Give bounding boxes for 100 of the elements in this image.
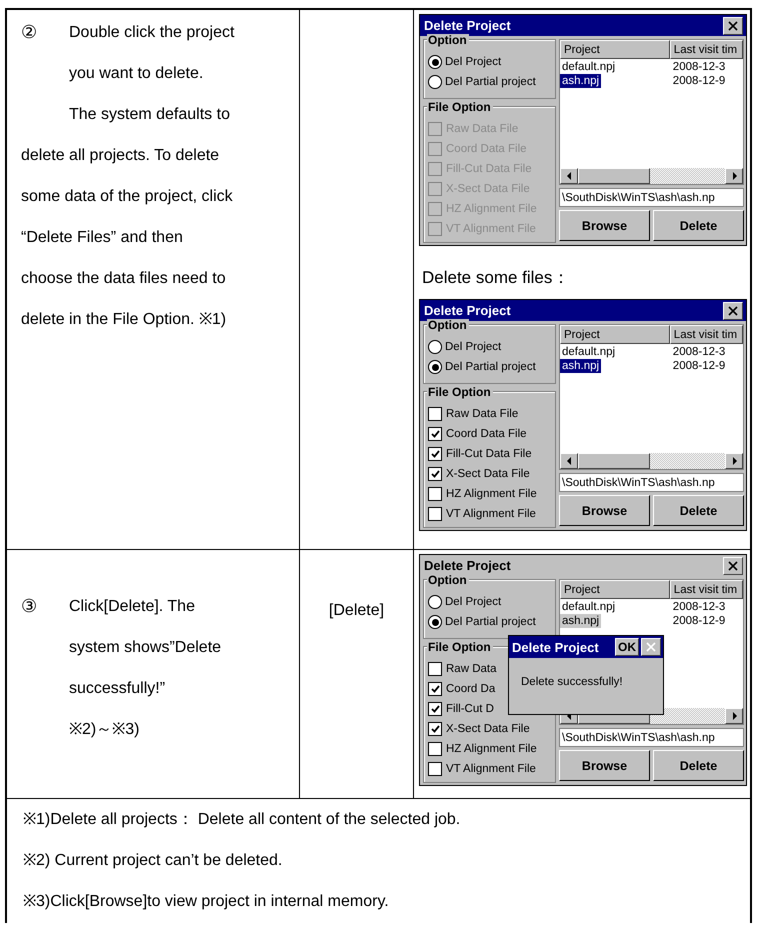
close-icon [728,560,738,570]
list-cell[interactable]: ash.npj [560,614,602,628]
column-header[interactable]: Last visit tim [670,40,743,59]
dialog-button[interactable]: Browse [559,750,650,781]
group-label: Option [427,319,469,332]
checkbox-option[interactable]: VT Alignment File [428,759,536,779]
radio-option[interactable]: Del Partial project [428,612,552,632]
radio-option[interactable]: Del Project [428,52,552,72]
scroll-right-button[interactable] [725,708,743,724]
radio-option[interactable]: Del Project [428,337,552,357]
text-line: ※2)～※3) [69,720,140,740]
check-icon [430,430,440,438]
close-button[interactable] [723,16,743,34]
dialog-button[interactable]: Delete [653,750,744,781]
scroll-right-button[interactable] [725,453,743,469]
check-icon [430,705,440,713]
list-cell[interactable]: default.npj [560,345,618,359]
checkbox-option[interactable]: HZ Alignment File [428,739,537,759]
text-line: system shows”Delete [69,638,222,658]
close-icon [728,20,738,30]
checkbox-option[interactable]: X-Sect Data File [428,464,530,484]
list-cell[interactable]: ash.npj [560,74,602,88]
text-line: “Delete Files” and then [21,228,183,248]
checkbox-option[interactable]: Coord Da [428,679,496,699]
scroll-thumb[interactable] [578,453,650,469]
list-cell-text: 2008-12-9 [672,359,726,373]
dialog-button[interactable]: Browse [559,495,650,526]
close-button[interactable] [723,302,743,320]
checkbox-option[interactable]: VT Alignment File [428,504,536,524]
left-arrow-icon [566,457,572,465]
radio-option[interactable]: Del Partial project [428,72,552,92]
column-header[interactable]: Last visit tim [670,580,743,599]
text-line: delete in the File Option. ※1) [21,310,226,330]
close-icon [728,306,738,316]
text-line: successfully!” [69,679,166,699]
list-cell-text: 2008-12-3 [672,600,726,614]
checkbox-option[interactable]: HZ Alignment File [428,484,537,504]
checkbox-option[interactable]: X-Sect Data File [428,719,530,739]
dialog-title: Delete Project [424,303,512,318]
right-arrow-icon [732,457,736,465]
footnote: ※1)Delete all projects： Delete all content of the selected job. [23,810,462,830]
group-label: File Option [427,101,493,114]
dialog-button[interactable]: Delete [653,495,744,526]
step-number: ③ [21,596,38,617]
text-line: you want to delete. [69,64,204,84]
list-cell-text: 2008-12-9 [672,614,726,628]
list-cell[interactable]: default.npj [560,600,618,614]
text-line: The system defaults to [69,105,230,125]
checkbox-option[interactable]: Raw Data File [428,404,518,424]
group-label: File Option [427,386,493,399]
message-text: Delete successfully! [520,675,624,688]
column-header[interactable]: Last visit tim [670,325,743,344]
check-icon [430,725,440,733]
dialog-title: Delete Project [512,640,600,654]
checkbox-option[interactable]: Raw Data [428,659,496,679]
dialog-title: Delete Project [424,18,512,33]
list-cell[interactable]: ash.npj [560,359,602,373]
text-line: choose the data files need to [21,269,226,289]
scroll-left-button[interactable] [560,453,578,469]
left-arrow-icon [566,172,572,180]
column-header[interactable]: Project [560,325,670,344]
caption: Delete some files： [422,267,570,289]
check-icon [430,470,440,478]
footnote: ※2) Current project can’t be deleted. [23,851,284,871]
close-icon [646,642,656,652]
dialog-button[interactable]: Delete [653,210,744,241]
checkbox-option[interactable]: Fill-Cut D [428,699,494,719]
text-line: Double click the project [69,23,234,43]
list-cell-text: 2008-12-9 [672,74,726,88]
ok-button[interactable]: OK [615,638,639,656]
text-line: some data of the project, click [21,187,233,207]
text-line: Click[Delete]. The [69,597,195,617]
scroll-thumb[interactable] [578,168,650,184]
group-label: File Option [427,641,493,654]
path-field[interactable]: \SouthDisk\WinTS\ash\ash.np [559,188,744,207]
footnote: ※3)Click[Browse]to view project in internal memory. [23,892,390,912]
check-icon [430,450,440,458]
checkbox-option[interactable]: Coord Data File [428,424,527,444]
list-cell-text: 2008-12-3 [672,60,726,74]
list-cell-text: 2008-12-3 [672,345,726,359]
column-header[interactable]: Project [560,580,670,599]
group-label: Option [427,34,469,47]
list-cell[interactable]: default.npj [560,60,618,74]
column-header[interactable]: Project [560,40,670,59]
right-arrow-icon [732,172,736,180]
group-label: Option [427,574,469,587]
radio-option[interactable]: Del Project [428,592,552,612]
dialog-button[interactable]: Browse [559,210,650,241]
path-field[interactable]: \SouthDisk\WinTS\ash\ash.np [559,728,744,747]
check-icon [430,685,440,693]
radio-option[interactable]: Del Partial project [428,357,552,377]
scroll-left-button[interactable] [560,168,578,184]
dialog-title: Delete Project [424,558,512,573]
right-arrow-icon [732,712,736,720]
action-label: [Delete] [328,602,384,621]
path-field[interactable]: \SouthDisk\WinTS\ash\ash.np [559,473,744,492]
scroll-right-button[interactable] [725,168,743,184]
close-button[interactable] [723,556,743,574]
step-number: ② [21,22,38,43]
checkbox-option[interactable]: Fill-Cut Data File [428,444,532,464]
